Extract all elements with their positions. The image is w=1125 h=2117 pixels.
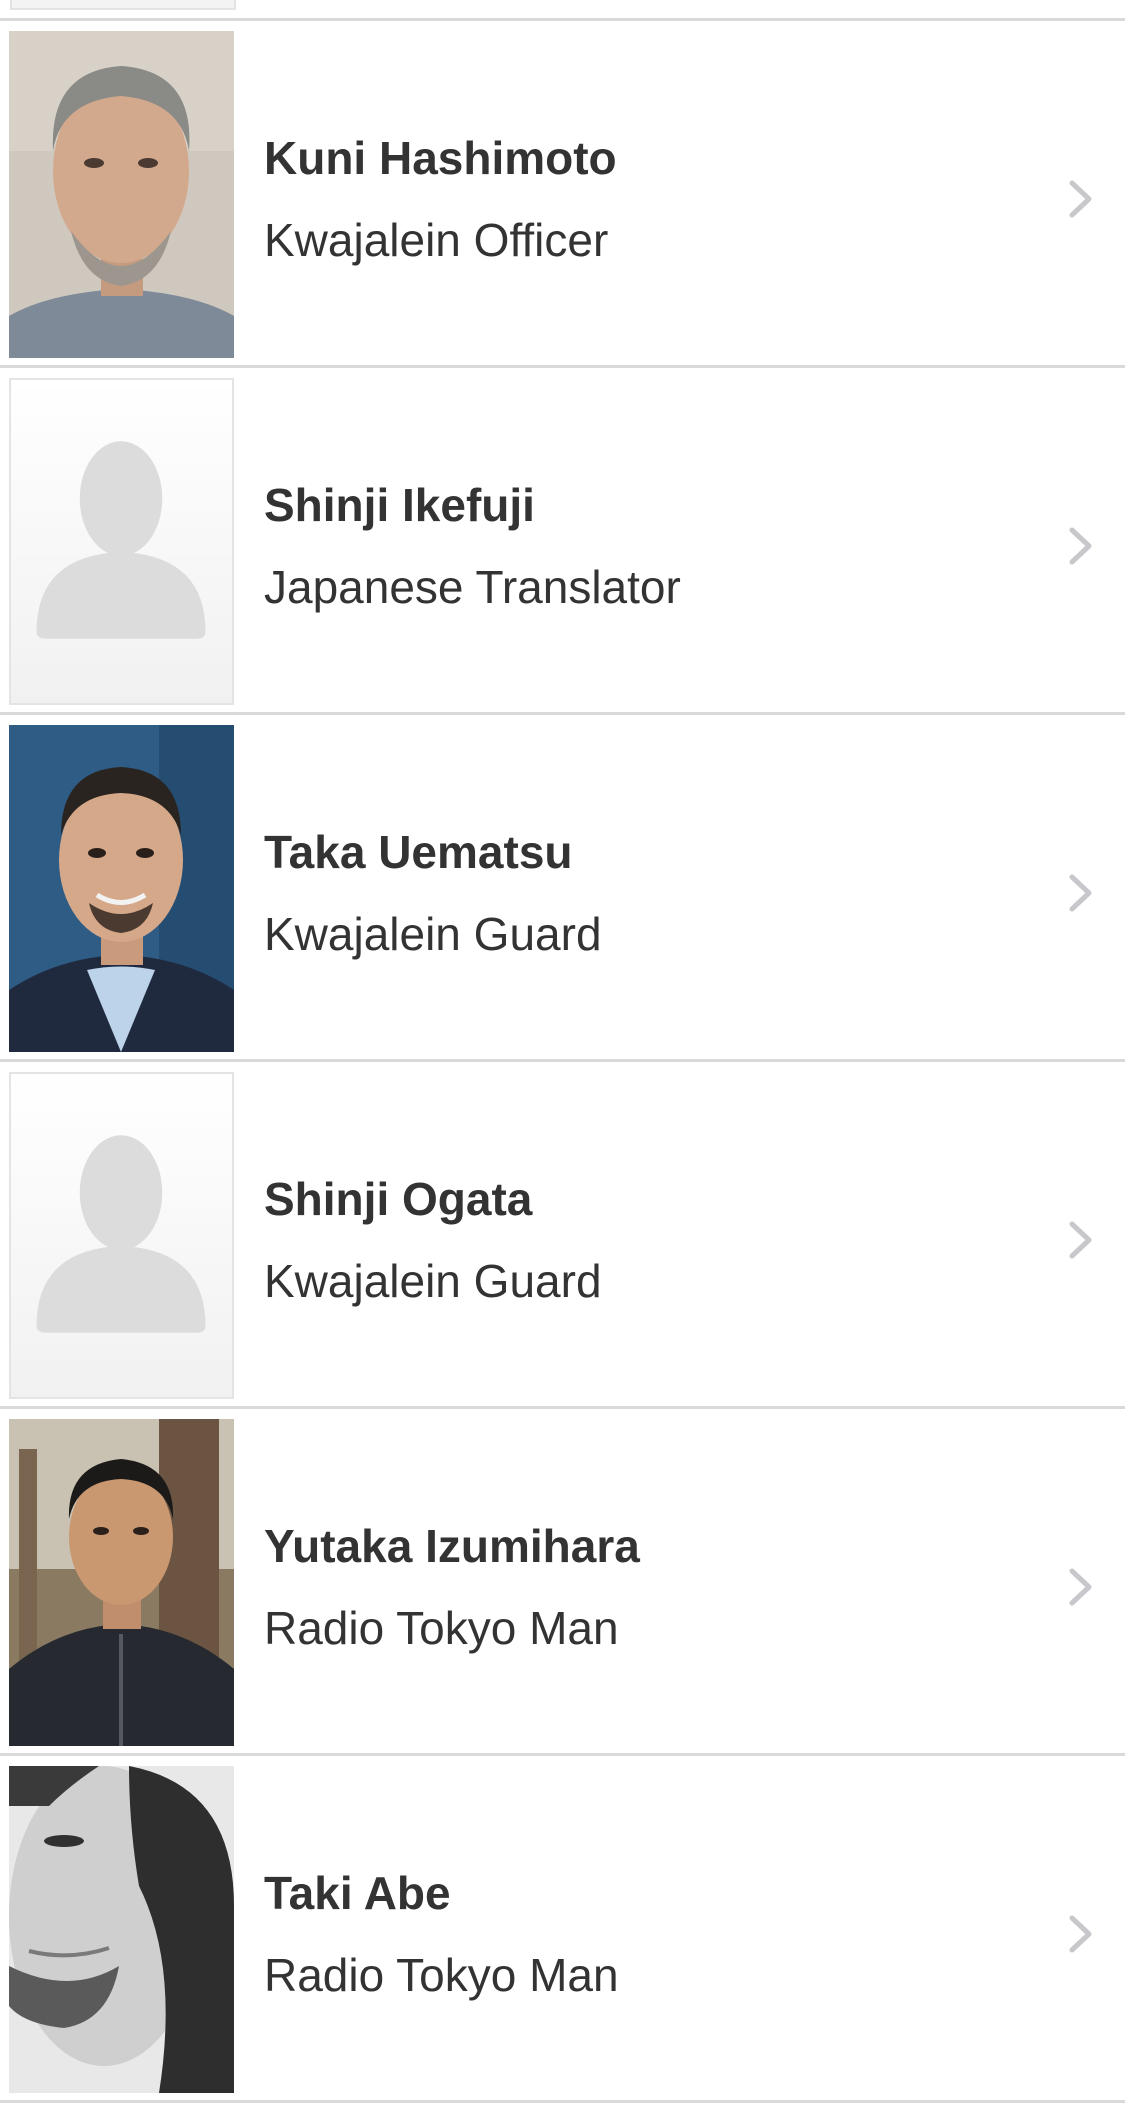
actor-photo: [9, 31, 234, 358]
list-item-partial: [0, 0, 1125, 21]
actor-name: Kuni Hashimoto: [264, 132, 617, 184]
chevron-right-icon: [1068, 1914, 1094, 1954]
actor-name: Taki Abe: [264, 1867, 451, 1919]
cast-list: Kuni Hashimoto Kwajalein Officer Shinji …: [0, 0, 1125, 2103]
placeholder-avatar-icon: [9, 1072, 234, 1399]
cast-row[interactable]: Shinji Ogata Kwajalein Guard: [0, 1062, 1125, 1409]
chevron-right-icon: [1068, 179, 1094, 219]
actor-name: Shinji Ogata: [264, 1173, 533, 1225]
actor-name: Taka Uematsu: [264, 826, 573, 878]
character-name: Kwajalein Guard: [264, 908, 602, 960]
character-name: Kwajalein Guard: [264, 1255, 602, 1307]
actor-name: Shinji Ikefuji: [264, 479, 535, 531]
character-name: Kwajalein Officer: [264, 214, 609, 266]
actor-photo: [9, 725, 234, 1052]
cast-row[interactable]: Shinji Ikefuji Japanese Translator: [0, 368, 1125, 715]
character-name: Japanese Translator: [264, 561, 681, 613]
chevron-right-icon: [1068, 526, 1094, 566]
cast-row[interactable]: Taka Uematsu Kwajalein Guard: [0, 715, 1125, 1062]
character-name: Radio Tokyo Man: [264, 1602, 619, 1654]
actor-name: Yutaka Izumihara: [264, 1520, 640, 1572]
chevron-right-icon: [1068, 1220, 1094, 1260]
cast-row[interactable]: Taki Abe Radio Tokyo Man: [0, 1756, 1125, 2103]
character-name: Radio Tokyo Man: [264, 1949, 619, 2001]
chevron-right-icon: [1068, 873, 1094, 913]
cast-row[interactable]: Kuni Hashimoto Kwajalein Officer: [0, 21, 1125, 368]
actor-photo: [9, 1766, 234, 2093]
avatar: [10, 0, 236, 10]
placeholder-avatar-icon: [9, 378, 234, 705]
actor-photo: [9, 1419, 234, 1746]
cast-row[interactable]: Yutaka Izumihara Radio Tokyo Man: [0, 1409, 1125, 1756]
chevron-right-icon: [1068, 1567, 1094, 1607]
